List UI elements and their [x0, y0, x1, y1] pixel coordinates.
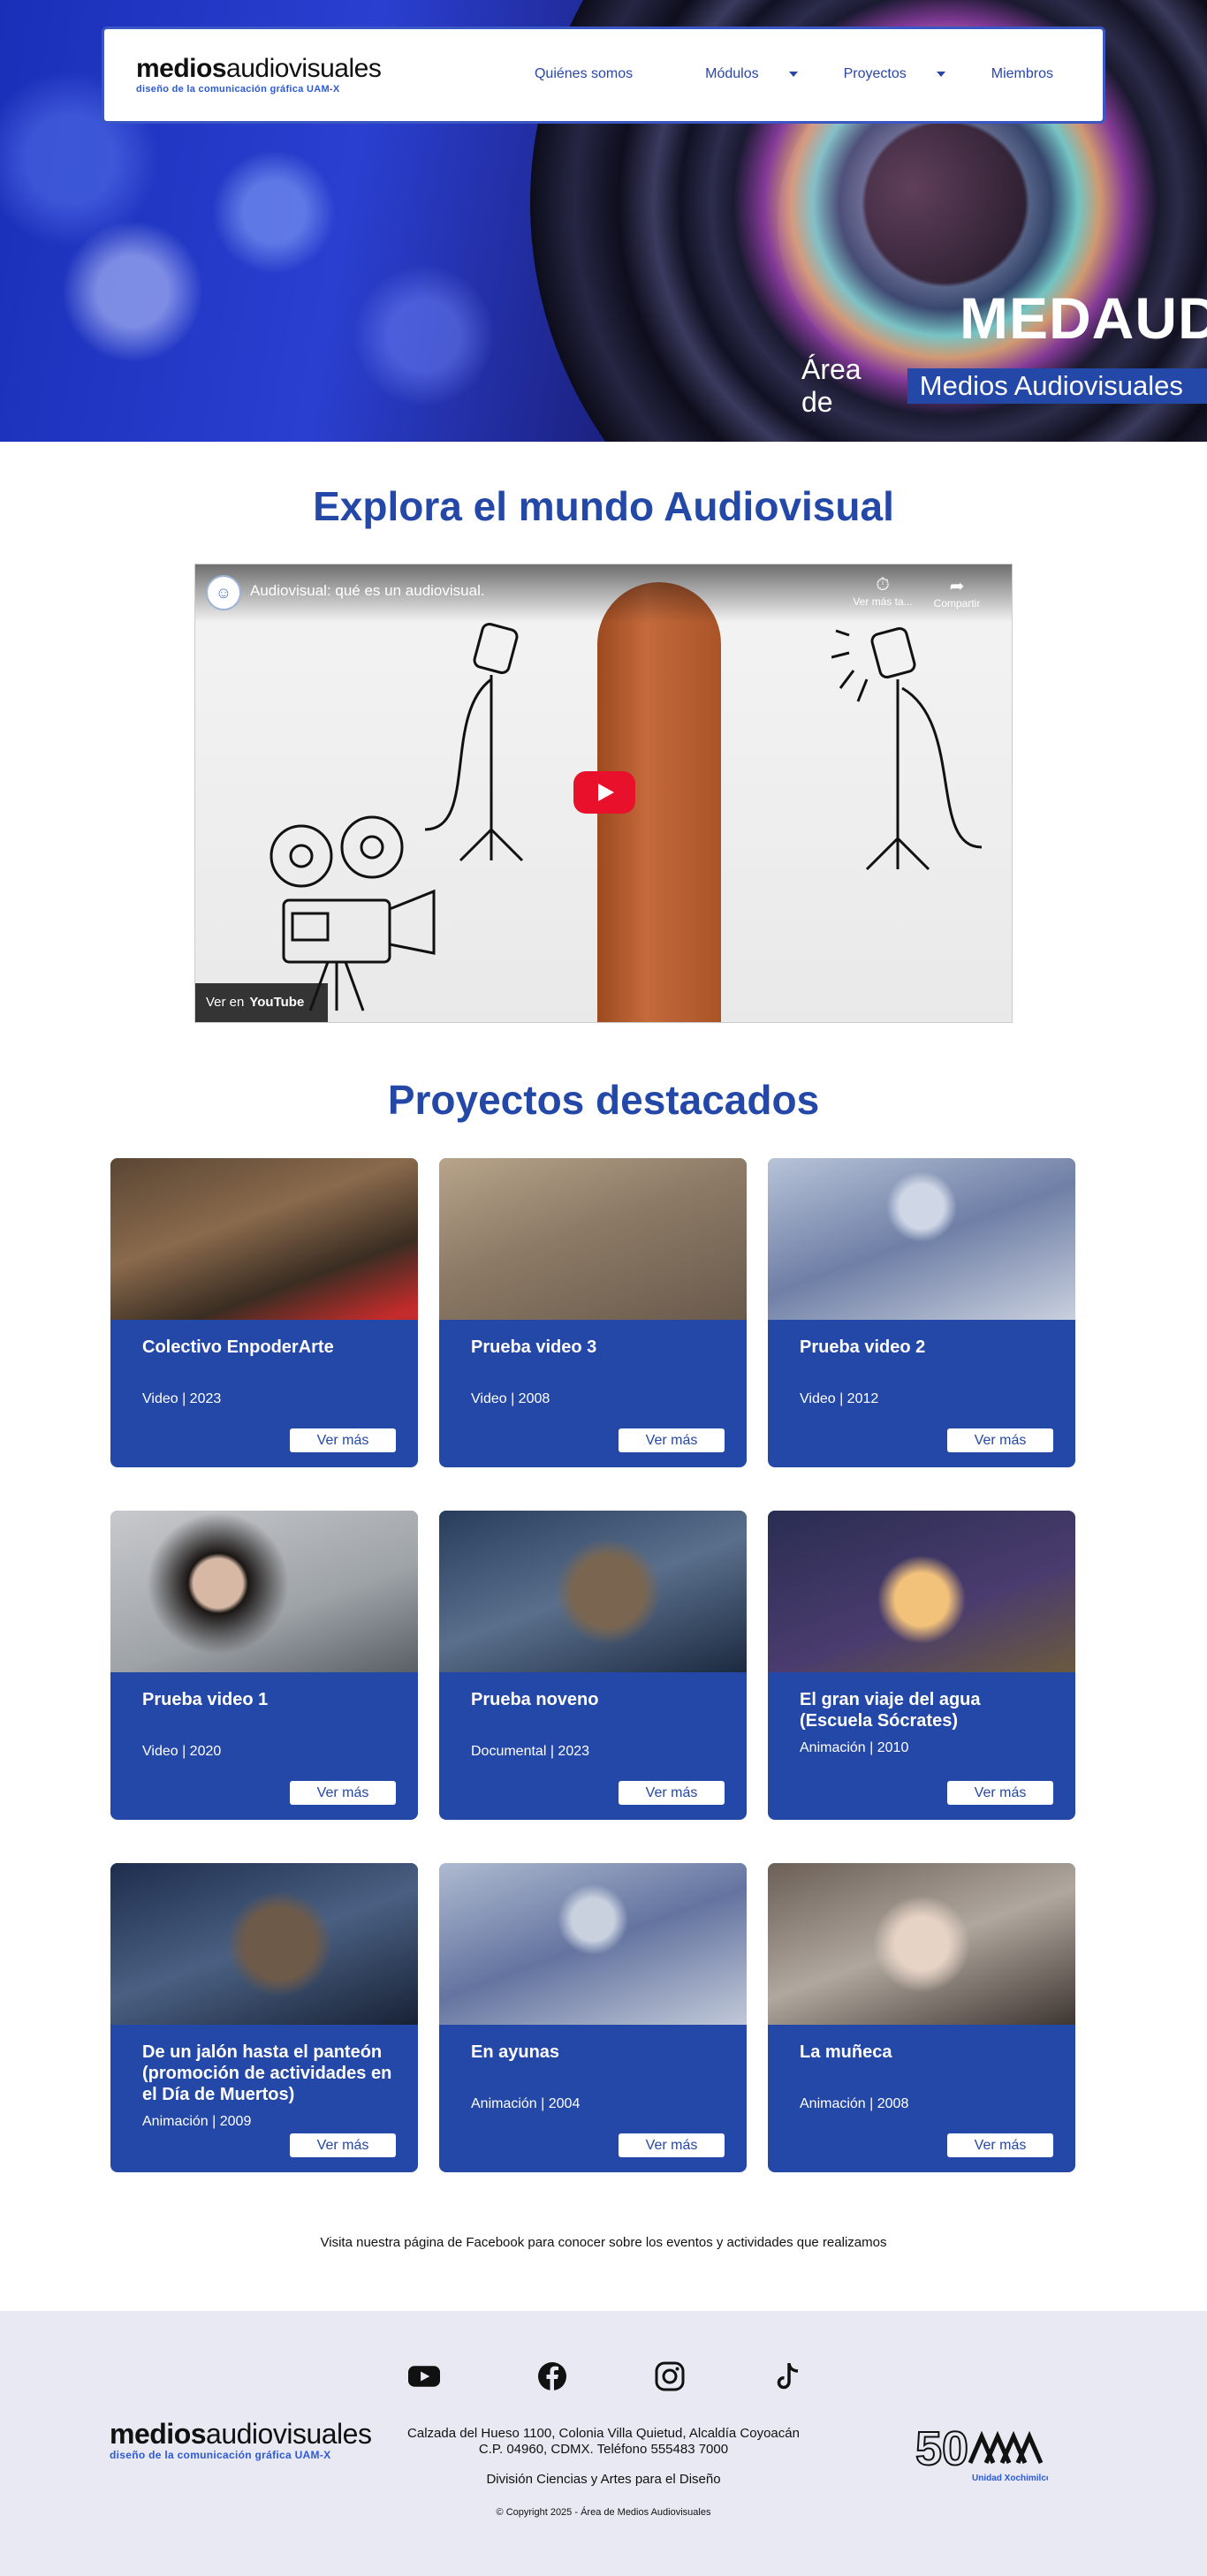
- facebook-icon[interactable]: [536, 2360, 568, 2392]
- ver-mas-button[interactable]: Ver más: [619, 1781, 725, 1805]
- project-title: Prueba video 1: [142, 1690, 269, 1709]
- clock-icon: ⏱: [876, 575, 890, 595]
- ver-mas-button[interactable]: Ver más: [290, 2133, 396, 2157]
- ver-mas-button[interactable]: Ver más: [619, 2133, 725, 2157]
- watch-later-label: Ver más ta...: [853, 595, 913, 608]
- nav-label: Módulos: [705, 66, 759, 81]
- ver-mas-button[interactable]: Ver más: [947, 1428, 1053, 1452]
- project-title: Colectivo EnpoderArte: [142, 1337, 334, 1357]
- video-embed[interactable]: ☺ Audiovisual: qué es un audiovisual. ⏱ V…: [194, 564, 1013, 1023]
- project-card[interactable]: La muñeca Animación | 2008 Ver más: [768, 1863, 1075, 2172]
- hero-subtitle-tag: Medios Audiovisuales: [907, 368, 1207, 404]
- main-nav: Quiénes somos Módulos Proyectos Miembros: [535, 66, 1053, 82]
- youtube-wordmark: YouTube: [249, 995, 305, 1010]
- spotlight-sketch-left: [425, 622, 524, 862]
- nav-item-miembros[interactable]: Miembros: [991, 66, 1053, 82]
- project-card[interactable]: En ayunas Animación | 2004 Ver más: [439, 1863, 747, 2172]
- project-title: El gran viaje del agua (Escuela Sócrates…: [800, 1690, 981, 1731]
- project-title: Prueba noveno: [471, 1690, 599, 1709]
- nav-item-quienes-somos[interactable]: Quiénes somos: [535, 66, 633, 82]
- projects-title: Proyectos destacados: [387, 1077, 820, 1123]
- project-thumbnail[interactable]: [110, 1863, 418, 2025]
- project-card[interactable]: El gran viaje del agua (Escuela Sócrates…: [768, 1511, 1075, 1820]
- ver-mas-button[interactable]: Ver más: [619, 1428, 725, 1452]
- project-thumbnail[interactable]: [110, 1158, 418, 1320]
- explore-title: Explora el mundo Audiovisual: [313, 483, 894, 529]
- share-icon: ➦: [949, 577, 965, 596]
- share-label: Compartir: [933, 597, 981, 610]
- project-thumbnail[interactable]: [768, 1158, 1075, 1320]
- project-title: En ayunas: [471, 2042, 560, 2062]
- hero-subtitle: Área de Medios Audiovisuales: [801, 353, 1207, 419]
- copyright-text: © Copyright 2025 - Área de Medios Audiov…: [496, 2507, 711, 2518]
- project-meta: Video | 2008: [471, 1391, 550, 1406]
- watch-on-label: Ver en: [206, 995, 245, 1010]
- tiktok-icon[interactable]: [772, 2360, 804, 2392]
- project-meta: Video | 2020: [142, 1744, 222, 1759]
- project-meta: Animación | 2008: [800, 2096, 909, 2111]
- project-card[interactable]: Prueba video 3 Video | 2008 Ver más: [439, 1158, 747, 1467]
- hero-banner: mediosaudiovisuales diseño de la comunic…: [0, 0, 1207, 442]
- ver-mas-button[interactable]: Ver más: [947, 2133, 1053, 2157]
- uam-50-logo[interactable]: 50 Unidad Xochimilco: [915, 2419, 1051, 2490]
- project-meta: Video | 2023: [142, 1391, 222, 1406]
- hero-title: MEDAUD: [960, 285, 1207, 351]
- project-thumbnail[interactable]: [439, 1863, 747, 2025]
- project-title: De un jalón hasta el panteón (promoción …: [142, 2042, 392, 2104]
- nav-label: Proyectos: [843, 66, 907, 81]
- logo-subtitle: diseño de la comunicación gráfica UAM-X: [136, 84, 340, 95]
- play-button[interactable]: [573, 771, 635, 814]
- project-meta: Animación | 2009: [142, 2114, 252, 2129]
- navbar: mediosaudiovisuales diseño de la comunic…: [102, 27, 1105, 124]
- project-meta: Animación | 2010: [800, 1740, 909, 1755]
- instagram-icon[interactable]: [654, 2360, 686, 2392]
- ver-mas-button[interactable]: Ver más: [290, 1428, 396, 1452]
- caret-down-icon: [788, 72, 798, 77]
- channel-avatar-icon[interactable]: ☺: [206, 575, 241, 610]
- project-title: Prueba video 2: [800, 1337, 926, 1357]
- project-thumbnail[interactable]: [439, 1158, 747, 1320]
- hero-subtitle-prefix: Área de: [801, 353, 862, 418]
- video-title[interactable]: Audiovisual: qué es un audiovisual.: [250, 582, 485, 600]
- youtube-icon[interactable]: [408, 2360, 440, 2392]
- project-card[interactable]: Prueba video 2 Video | 2012 Ver más: [768, 1158, 1075, 1467]
- project-card[interactable]: Prueba noveno Documental | 2023 Ver más: [439, 1511, 747, 1820]
- svg-text:Unidad Xochimilco: Unidad Xochimilco: [972, 2474, 1048, 2483]
- caret-down-icon: [936, 72, 945, 77]
- nav-item-modulos[interactable]: Módulos: [705, 66, 798, 82]
- svg-text:50: 50: [915, 2422, 968, 2475]
- project-thumbnail[interactable]: [439, 1511, 747, 1672]
- project-thumbnail[interactable]: [768, 1863, 1075, 2025]
- ver-mas-button[interactable]: Ver más: [947, 1781, 1053, 1805]
- project-meta: Documental | 2023: [471, 1744, 590, 1759]
- project-thumbnail[interactable]: [110, 1511, 418, 1672]
- watch-on-youtube-button[interactable]: Ver en YouTube: [195, 983, 328, 1022]
- logo-text-bold: medios: [136, 54, 227, 83]
- project-card[interactable]: Colectivo EnpoderArte Video | 2023 Ver más: [110, 1158, 418, 1467]
- footer: mediosaudiovisuales diseño de la comunic…: [0, 2311, 1207, 2576]
- project-card[interactable]: De un jalón hasta el panteón (promoción …: [110, 1863, 418, 2172]
- ver-mas-button[interactable]: Ver más: [290, 1781, 396, 1805]
- nav-item-proyectos[interactable]: Proyectos: [844, 66, 945, 82]
- nav-label: Miembros: [991, 66, 1053, 81]
- facebook-note: Visita nuestra página de Facebook para c…: [320, 2235, 887, 2250]
- project-title: La muñeca: [800, 2042, 892, 2062]
- nav-label: Quiénes somos: [534, 66, 634, 81]
- site-logo[interactable]: mediosaudiovisuales diseño de la comunic…: [136, 54, 382, 95]
- project-title: Prueba video 3: [471, 1337, 597, 1357]
- logo-text-rest: audiovisuales: [226, 54, 382, 83]
- project-card[interactable]: Prueba video 1 Video | 2020 Ver más: [110, 1511, 418, 1820]
- project-meta: Animación | 2004: [471, 2096, 581, 2111]
- project-meta: Video | 2012: [800, 1391, 879, 1406]
- project-thumbnail[interactable]: [768, 1511, 1075, 1672]
- watch-later-button[interactable]: ⏱ Ver más ta...: [847, 575, 918, 608]
- spotlight-sketch-right: [831, 626, 983, 871]
- share-button[interactable]: ➦ Compartir: [922, 575, 992, 610]
